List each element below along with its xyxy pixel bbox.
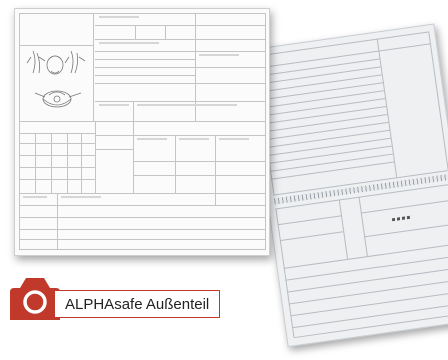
caption-label: ALPHAsafe Außenteil: [54, 290, 220, 318]
product-caption: ALPHAsafe Außenteil: [0, 266, 230, 322]
back-form-sheet: [246, 23, 448, 348]
front-form-sheet: [14, 8, 270, 256]
ruler-band: [273, 174, 448, 205]
anatomy-diagram: [26, 50, 86, 108]
